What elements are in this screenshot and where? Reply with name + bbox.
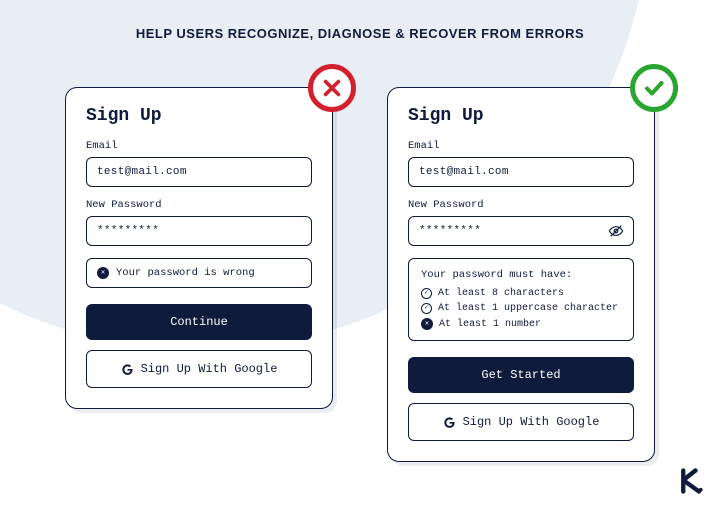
google-icon — [121, 363, 134, 376]
requirement-text: At least 8 characters — [438, 288, 564, 299]
cards-row: Sign Up Email New Password Your password… — [0, 87, 720, 462]
password-field[interactable] — [86, 216, 312, 246]
error-icon — [97, 267, 109, 279]
password-field-wrap — [408, 216, 634, 258]
toggle-password-icon[interactable] — [608, 223, 624, 239]
requirement-item: At least 8 characters — [421, 288, 621, 299]
password-field[interactable] — [408, 216, 634, 246]
password-requirements: Your password must have: At least 8 char… — [408, 258, 634, 341]
email-field[interactable] — [86, 157, 312, 187]
requirements-title: Your password must have: — [421, 269, 621, 281]
x-icon — [321, 77, 343, 99]
error-message: Your password is wrong — [86, 258, 312, 288]
check-icon — [642, 76, 666, 100]
google-icon — [443, 416, 456, 429]
brand-logo — [678, 467, 706, 495]
requirement-item: At least 1 uppercase character — [421, 303, 621, 314]
check-circle-icon — [421, 288, 432, 299]
password-label: New Password — [408, 199, 634, 211]
requirement-item: At least 1 number — [421, 318, 621, 330]
card-good: Sign Up Email New Password Your password… — [387, 87, 655, 462]
get-started-button[interactable]: Get Started — [408, 357, 634, 393]
check-circle-icon — [421, 303, 432, 314]
card-bad: Sign Up Email New Password Your password… — [65, 87, 333, 409]
x-circle-icon — [421, 318, 433, 330]
continue-button[interactable]: Continue — [86, 304, 312, 340]
signup-heading: Sign Up — [408, 106, 634, 126]
google-btn-label: Sign Up With Google — [463, 415, 600, 429]
google-signup-button[interactable]: Sign Up With Google — [86, 350, 312, 388]
page-title: HELP USERS RECOGNIZE, DIAGNOSE & RECOVER… — [0, 0, 720, 41]
email-label: Email — [408, 140, 634, 152]
signup-heading: Sign Up — [86, 106, 312, 126]
email-label: Email — [86, 140, 312, 152]
email-field[interactable] — [408, 157, 634, 187]
password-label: New Password — [86, 199, 312, 211]
badge-bad — [308, 64, 356, 112]
google-signup-button[interactable]: Sign Up With Google — [408, 403, 634, 441]
requirement-text: At least 1 number — [439, 319, 541, 330]
badge-good — [630, 64, 678, 112]
requirement-text: At least 1 uppercase character — [438, 303, 618, 314]
google-btn-label: Sign Up With Google — [141, 362, 278, 376]
error-text: Your password is wrong — [116, 267, 255, 279]
